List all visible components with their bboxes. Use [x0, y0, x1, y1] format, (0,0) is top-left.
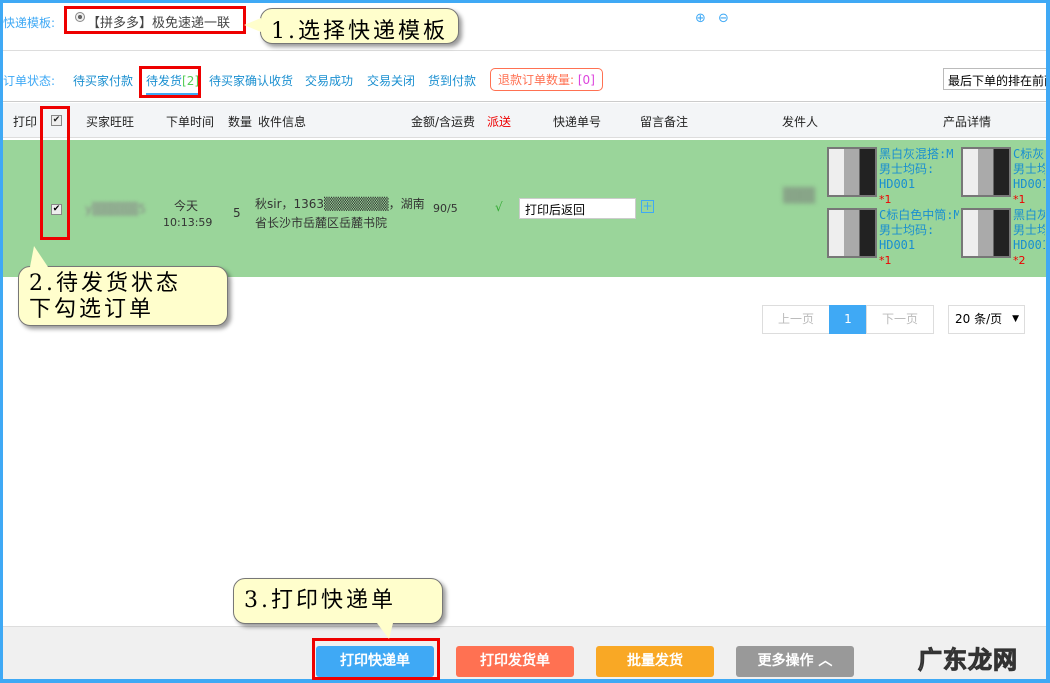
- callout-tail: [30, 246, 48, 267]
- window-border: [0, 0, 1050, 683]
- callout-step2: 2.待发货状态下勾选订单: [18, 266, 228, 326]
- callout-step2-line2: 下勾选订单: [29, 297, 154, 322]
- callout-tail: [377, 623, 393, 639]
- callout-tail: [244, 18, 261, 32]
- highlight-tab: [139, 66, 201, 98]
- highlight-print-button: [312, 638, 440, 680]
- highlight-checkbox: [40, 106, 70, 240]
- callout-step1: 1.选择快递模板: [260, 8, 459, 44]
- callout-step3: 3.打印快递单: [233, 578, 443, 624]
- highlight-template: [64, 6, 246, 34]
- callout-step2-line1: 2.待发货状态: [29, 271, 181, 296]
